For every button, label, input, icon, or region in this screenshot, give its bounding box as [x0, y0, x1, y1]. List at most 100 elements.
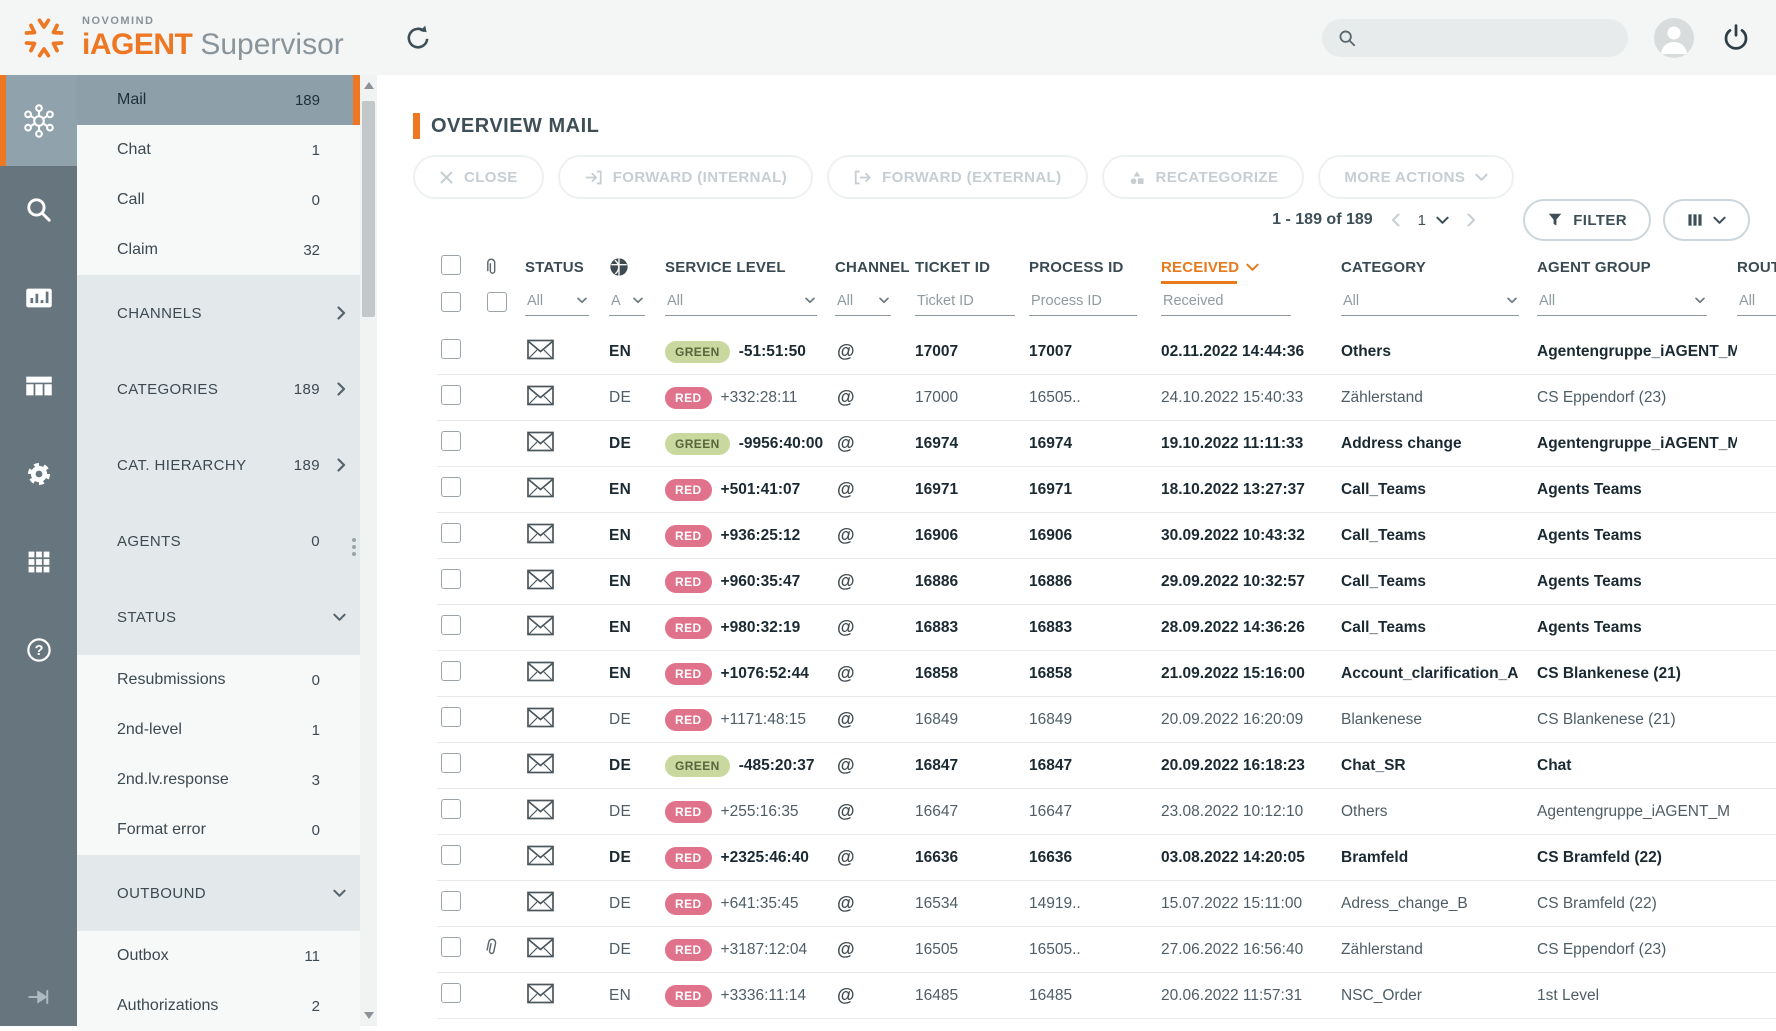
mail-table-row[interactable]: ENRED+980:32:19@168831688328.09.2022 14:… — [437, 605, 1776, 651]
panel-drag-handle[interactable] — [352, 535, 358, 559]
global-search[interactable] — [1322, 19, 1628, 57]
routing-filter-select[interactable]: All — [1737, 293, 1776, 316]
rail-item-board[interactable] — [0, 342, 77, 430]
column-agent-group[interactable]: AGENT GROUP — [1537, 259, 1737, 276]
mail-table-row[interactable]: ENRED+936:25:12@169061690630.09.2022 10:… — [437, 513, 1776, 559]
sidebar-item-channels[interactable]: CHANNELS — [77, 275, 360, 351]
row-checkbox[interactable] — [441, 569, 461, 589]
row-checkbox[interactable] — [441, 707, 461, 727]
page-select[interactable]: 1 — [1418, 212, 1449, 229]
row-checkbox[interactable] — [441, 431, 461, 451]
mail-table-row[interactable]: DERED+3187:12:04@1650516505..27.06.2022 … — [437, 927, 1776, 973]
cell-agent-group: Agents Teams — [1537, 481, 1737, 499]
sidebar-item-claim[interactable]: Claim32 — [77, 225, 360, 275]
service-level-time: +255:16:35 — [721, 803, 799, 820]
mail-table-row[interactable]: ENRED+1076:52:44@168581685821.09.2022 15… — [437, 651, 1776, 697]
column-process-id[interactable]: PROCESS ID — [1029, 259, 1161, 276]
mail-table-row[interactable]: DERED+255:16:35@166471664723.08.2022 10:… — [437, 789, 1776, 835]
sidebar-item-cat-hierarchy[interactable]: CAT. HIERARCHY189 — [77, 427, 360, 503]
recategorize-button[interactable]: RECATEGORIZE — [1102, 155, 1305, 199]
logout-button[interactable] — [1720, 21, 1754, 55]
filter-select-checkbox[interactable] — [441, 292, 461, 312]
row-checkbox[interactable] — [441, 891, 461, 911]
nav-scrollbar[interactable] — [360, 75, 377, 1026]
mail-table-row[interactable]: DERED+332:28:11@1700016505..24.10.2022 1… — [437, 375, 1776, 421]
language-filter-select[interactable]: A — [609, 293, 645, 316]
sidebar-item-outbox[interactable]: Outbox11 — [77, 931, 360, 981]
rail-item-statistics[interactable] — [0, 254, 77, 342]
mail-table-row[interactable]: ENRED+3336:11:14@164851648520.06.2022 11… — [437, 973, 1776, 1019]
row-checkbox[interactable] — [441, 937, 461, 957]
mail-table-row[interactable]: DERED+641:35:45@1653414919..15.07.2022 1… — [437, 881, 1776, 927]
mail-table-row[interactable]: ENRED+960:35:47@168861688629.09.2022 10:… — [437, 559, 1776, 605]
user-avatar[interactable] — [1654, 18, 1694, 58]
row-checkbox[interactable] — [441, 523, 461, 543]
forward-external-button[interactable]: FORWARD (EXTERNAL) — [827, 155, 1087, 199]
mail-table-body: ENGREEN-51:51:50@170071700702.11.2022 14… — [413, 329, 1776, 1019]
sidebar-item-agents[interactable]: AGENTS0 — [77, 503, 360, 579]
ticket-id-filter-input[interactable] — [915, 293, 1015, 316]
row-checkbox[interactable] — [441, 845, 461, 865]
mail-table-row[interactable]: ENRED+501:41:07@169711697118.10.2022 13:… — [437, 467, 1776, 513]
sidebar-item-chat[interactable]: Chat1 — [77, 125, 360, 175]
row-checkbox[interactable] — [441, 983, 461, 1003]
select-all-checkbox[interactable] — [441, 255, 461, 275]
forward-internal-button[interactable]: FORWARD (INTERNAL) — [558, 155, 813, 199]
service-level-filter-select[interactable]: All — [665, 293, 817, 316]
cell-language: EN — [609, 343, 665, 361]
process-id-filter-input[interactable] — [1029, 293, 1137, 316]
column-status[interactable]: STATUS — [525, 259, 609, 276]
mail-table-row[interactable]: DEGREEN-485:20:37@168471684720.09.2022 1… — [437, 743, 1776, 789]
columns-button[interactable] — [1663, 199, 1750, 241]
column-received-sorted[interactable]: RECEIVED — [1161, 259, 1259, 276]
close-button[interactable]: CLOSE — [413, 155, 544, 199]
scroll-down-arrow[interactable] — [364, 1012, 374, 1019]
category-filter-select[interactable]: All — [1341, 293, 1519, 316]
global-search-input[interactable] — [1366, 29, 1612, 46]
received-filter-input[interactable] — [1161, 293, 1291, 316]
rail-item-apps[interactable] — [0, 518, 77, 606]
channel-filter-select[interactable]: All — [835, 293, 891, 316]
refresh-button[interactable] — [402, 21, 436, 55]
sidebar-item-mail[interactable]: Mail189 — [77, 75, 360, 125]
scroll-up-arrow[interactable] — [364, 82, 374, 89]
mail-table-row[interactable]: DERED+2325:46:40@166361663603.08.2022 14… — [437, 835, 1776, 881]
mail-table-row[interactable]: DEGREEN-9956:40:00@169741697419.10.2022 … — [437, 421, 1776, 467]
rail-item-search[interactable] — [0, 166, 77, 254]
column-channel[interactable]: CHANNEL — [835, 259, 915, 276]
row-checkbox[interactable] — [441, 477, 461, 497]
previous-page-button[interactable] — [1391, 213, 1400, 227]
row-checkbox[interactable] — [441, 799, 461, 819]
rail-item-workflow[interactable] — [0, 75, 77, 166]
sidebar-item-call[interactable]: Call0 — [77, 175, 360, 225]
sidebar-item-format-error[interactable]: Format error0 — [77, 805, 360, 855]
sidebar-item-2nd-lv-response[interactable]: 2nd.lv.response3 — [77, 755, 360, 805]
column-service-level[interactable]: SERVICE LEVEL — [665, 259, 835, 276]
sidebar-item-outbound[interactable]: OUTBOUND — [77, 855, 360, 931]
column-category[interactable]: CATEGORY — [1341, 259, 1537, 276]
pin-icon[interactable] — [0, 982, 77, 1012]
row-checkbox[interactable] — [441, 339, 461, 359]
row-checkbox[interactable] — [441, 385, 461, 405]
filter-attachment-checkbox[interactable] — [487, 292, 507, 312]
column-routing[interactable]: ROUTI — [1737, 259, 1776, 276]
row-checkbox[interactable] — [441, 615, 461, 635]
rail-item-help[interactable]: ? — [0, 606, 77, 694]
rail-item-settings[interactable] — [0, 430, 77, 518]
sidebar-item-resubmissions[interactable]: Resubmissions0 — [77, 655, 360, 705]
more-actions-button[interactable]: MORE ACTIONS — [1318, 155, 1514, 199]
sidebar-item-status[interactable]: STATUS — [77, 579, 360, 655]
sidebar-item-authorizations[interactable]: Authorizations2 — [77, 981, 360, 1031]
agent-group-filter-select[interactable]: All — [1537, 293, 1707, 316]
next-page-button[interactable] — [1467, 213, 1476, 227]
status-filter-select[interactable]: All — [525, 293, 589, 316]
scrollbar-thumb[interactable] — [362, 101, 375, 317]
row-checkbox[interactable] — [441, 753, 461, 773]
mail-table-row[interactable]: DERED+1171:48:15@168491684920.09.2022 16… — [437, 697, 1776, 743]
mail-table-row[interactable]: ENGREEN-51:51:50@170071700702.11.2022 14… — [437, 329, 1776, 375]
sidebar-item-categories[interactable]: CATEGORIES189 — [77, 351, 360, 427]
row-checkbox[interactable] — [441, 661, 461, 681]
sidebar-item-2nd-level[interactable]: 2nd-level1 — [77, 705, 360, 755]
filter-button[interactable]: FILTER — [1523, 199, 1651, 241]
column-ticket-id[interactable]: TICKET ID — [915, 259, 1029, 276]
